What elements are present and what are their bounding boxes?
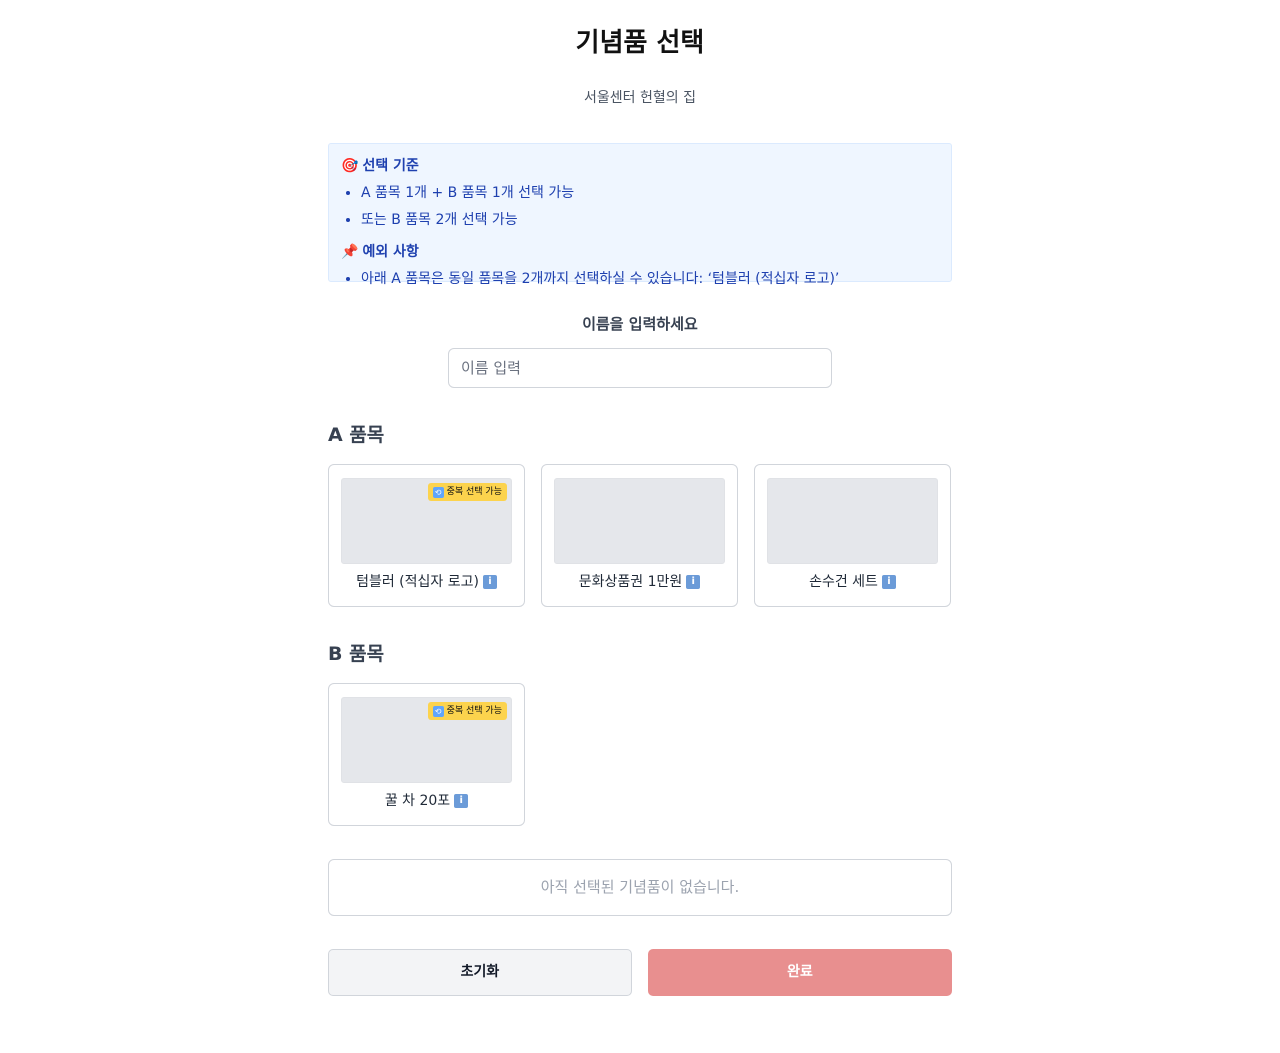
exception-list: 아래 A 품목은 동일 품목을 2개까지 선택하실 수 있습니다: ‘텀블러 (… [341, 266, 939, 293]
item-card-gift-certificate[interactable]: 문화상품권 1만원 i [541, 464, 738, 607]
souvenir-page: 기념품 선택 서울센터 헌혈의 집 🎯 선택 기준 A 품목 1개 + B 품목… [328, 0, 952, 996]
item-image [767, 478, 938, 564]
page-subtitle: 서울센터 헌혈의 집 [584, 90, 696, 106]
badge-label: 중복 선택 가능 [446, 706, 502, 716]
badge-label: 중복 선택 가능 [446, 487, 502, 497]
item-label: 손수건 세트 i [767, 572, 938, 592]
action-buttons: 초기화 완료 [328, 949, 952, 996]
item-label-text: 손수건 세트 [809, 574, 878, 590]
item-label: 꿀 차 20포 i [341, 791, 512, 811]
info-icon[interactable]: i [881, 575, 896, 589]
exception-heading: 📌 예외 사항 [341, 240, 939, 264]
exception-item: 아래 A 품목은 동일 품목을 2개까지 선택하실 수 있습니다: ‘텀블러 (… [361, 266, 939, 293]
page-title: 기념품 선택 [575, 28, 705, 58]
name-input[interactable] [448, 348, 832, 388]
name-label: 이름을 입력하세요 [582, 315, 698, 333]
item-card-tumbler[interactable]: ⟲ 중복 선택 가능 텀블러 (적십자 로고) i [328, 464, 525, 607]
info-icon[interactable]: i [686, 575, 701, 589]
item-image: ⟲ 중복 선택 가능 [341, 697, 512, 783]
item-label: 텀블러 (적십자 로고) i [341, 572, 512, 592]
duplicate-badge: ⟲ 중복 선택 가능 [427, 702, 507, 720]
criteria-title: 선택 기준 [362, 158, 419, 174]
done-button[interactable]: 완료 [648, 949, 952, 996]
item-label-text: 문화상품권 1만원 [578, 574, 683, 590]
item-card-handkerchief[interactable]: 손수건 세트 i [754, 464, 951, 607]
section-a-grid: ⟲ 중복 선택 가능 텀블러 (적십자 로고) i 문화상품권 1만원 i 손수… [328, 464, 952, 607]
section-b-grid: ⟲ 중복 선택 가능 꿀 차 20포 i [328, 683, 952, 826]
target-icon: 🎯 [341, 158, 359, 174]
criteria-list: A 품목 1개 + B 품목 1개 선택 가능 또는 B 품목 2개 선택 가능 [341, 180, 939, 234]
criteria-heading: 🎯 선택 기준 [341, 154, 939, 178]
repeat-icon: ⟲ [432, 486, 444, 498]
pushpin-icon: 📌 [341, 244, 359, 260]
exception-title: 예외 사항 [362, 244, 419, 260]
item-label: 문화상품권 1만원 i [554, 572, 725, 592]
criteria-item: A 품목 1개 + B 품목 1개 선택 가능 [361, 180, 939, 207]
duplicate-badge: ⟲ 중복 선택 가능 [427, 483, 507, 501]
selection-summary: 아직 선택된 기념품이 없습니다. [328, 859, 952, 916]
info-icon[interactable]: i [454, 794, 469, 808]
item-label-text: 텀블러 (적십자 로고) [356, 574, 479, 590]
rules-box: 🎯 선택 기준 A 품목 1개 + B 품목 1개 선택 가능 또는 B 품목 … [328, 143, 952, 287]
item-image: ⟲ 중복 선택 가능 [341, 478, 512, 564]
item-image [554, 478, 725, 564]
item-card-honey-tea[interactable]: ⟲ 중복 선택 가능 꿀 차 20포 i [328, 683, 525, 826]
reset-button[interactable]: 초기화 [328, 949, 632, 996]
section-a-title: A 품목 [328, 424, 385, 446]
item-label-text: 꿀 차 20포 [384, 793, 451, 809]
criteria-item: 또는 B 품목 2개 선택 가능 [361, 207, 939, 234]
repeat-icon: ⟲ [432, 705, 444, 717]
section-b-title: B 품목 [328, 643, 385, 665]
info-icon[interactable]: i [482, 575, 497, 589]
